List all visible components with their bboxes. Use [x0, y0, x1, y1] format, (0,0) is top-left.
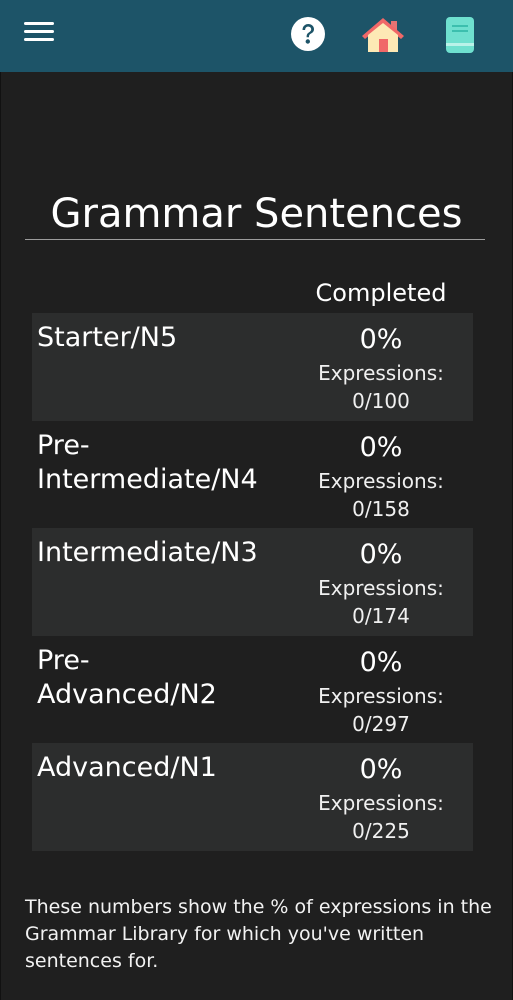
level-expressions: Expressions: 0/100 [318, 361, 444, 413]
level-percent: 0% [359, 324, 403, 355]
level-expressions: Expressions: 0/297 [318, 683, 444, 736]
title-divider [25, 239, 485, 240]
top-app-bar [0, 0, 513, 72]
level-row-n2[interactable]: Pre- Advanced/N2 0% Expressions: 0/297 [32, 636, 473, 744]
level-row-n5[interactable]: Starter/N5 0% Expressions: 0/100 [32, 313, 473, 421]
level-name: Intermediate/N3 [37, 537, 258, 568]
level-expressions: Expressions: 0/158 [318, 468, 444, 521]
main-content: Grammar Sentences Completed Starter/N5 0… [0, 72, 513, 1000]
footnote-text: These numbers show the % of expressions … [25, 896, 492, 972]
page-title: Grammar Sentences [50, 191, 463, 237]
home-button[interactable] [360, 15, 406, 55]
level-name: Pre- Intermediate/N4 [37, 429, 258, 495]
level-name: Starter/N5 [37, 322, 178, 353]
question-circle-icon [291, 17, 325, 51]
level-expressions: Expressions: 0/225 [318, 791, 444, 843]
level-percent: 0% [359, 539, 403, 570]
hamburger-menu-icon-line [24, 30, 54, 33]
level-row-n4[interactable]: Pre- Intermediate/N4 0% Expressions: 0/1… [32, 421, 473, 529]
level-name: Advanced/N1 [37, 752, 217, 783]
level-percent: 0% [359, 431, 403, 463]
notebook-button[interactable] [444, 16, 476, 54]
notebook-icon [446, 17, 474, 53]
level-row-n3[interactable]: Intermediate/N3 0% Expressions: 0/174 [32, 528, 473, 636]
hamburger-menu-icon [24, 22, 54, 25]
completed-column-header: Completed [315, 279, 447, 307]
levels-table: Starter/N5 0% Expressions: 0/100 Pre- In… [32, 313, 473, 851]
menu-button[interactable] [24, 22, 54, 46]
level-name: Pre- Advanced/N2 [37, 644, 217, 710]
level-expressions: Expressions: 0/174 [318, 576, 444, 628]
help-button[interactable] [290, 16, 326, 52]
level-percent: 0% [359, 646, 403, 678]
level-row-n1[interactable]: Advanced/N1 0% Expressions: 0/225 [32, 743, 473, 851]
home-icon [362, 18, 404, 52]
level-percent: 0% [359, 754, 403, 785]
hamburger-menu-icon-line [24, 38, 54, 41]
